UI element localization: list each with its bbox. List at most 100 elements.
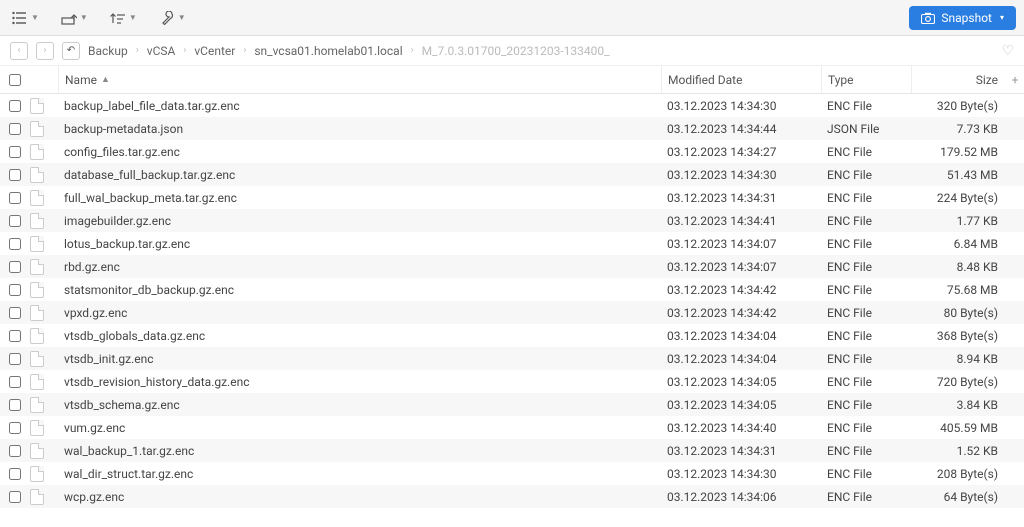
file-type: ENC File [827, 490, 872, 504]
row-checkbox[interactable] [9, 468, 21, 480]
file-icon [30, 489, 44, 505]
row-checkbox[interactable] [9, 445, 21, 457]
breadcrumb-current: M_7.0.3.01700_20231203-133400_ [422, 44, 610, 58]
file-icon [30, 420, 44, 436]
file-icon [30, 305, 44, 321]
chevron-down-icon: ▼ [80, 13, 88, 22]
nav-back-button[interactable]: ‹ [10, 42, 28, 60]
file-type: ENC File [827, 99, 872, 113]
camera-icon [921, 12, 935, 24]
file-size: 64 Byte(s) [944, 490, 998, 504]
file-modified: 03.12.2023 14:34:04 [667, 329, 777, 343]
view-menu-button[interactable]: ▼ [8, 7, 43, 29]
file-modified: 03.12.2023 14:34:42 [667, 306, 777, 320]
file-modified: 03.12.2023 14:34:31 [667, 191, 777, 205]
row-checkbox[interactable] [9, 169, 21, 181]
file-icon [30, 351, 44, 367]
row-checkbox[interactable] [9, 422, 21, 434]
file-size: 368 Byte(s) [937, 329, 998, 343]
file-icon [30, 259, 44, 275]
column-header-modified[interactable]: Modified Date [661, 66, 821, 93]
select-all-checkbox[interactable] [9, 74, 21, 86]
list-icon [12, 11, 28, 25]
table-row[interactable]: wal_dir_struct.tar.gz.enc03.12.2023 14:3… [0, 462, 1024, 485]
file-icon [30, 144, 44, 160]
file-size: 405.59 MB [940, 421, 998, 435]
tools-menu-button[interactable]: ▼ [155, 7, 190, 29]
table-row[interactable]: lotus_backup.tar.gz.enc03.12.2023 14:34:… [0, 232, 1024, 255]
file-name: imagebuilder.gz.enc [64, 214, 171, 228]
breadcrumb-seg[interactable]: vCSA [147, 44, 176, 58]
table-row[interactable]: vtsdb_init.gz.enc03.12.2023 14:34:04ENC … [0, 347, 1024, 370]
favorite-icon[interactable]: ♡ [1001, 43, 1014, 59]
row-checkbox[interactable] [9, 353, 21, 365]
table-row[interactable]: backup_label_file_data.tar.gz.enc03.12.2… [0, 94, 1024, 117]
table-row[interactable]: backup-metadata.json03.12.2023 14:34:44J… [0, 117, 1024, 140]
column-add-button[interactable]: + [1006, 73, 1024, 87]
row-checkbox[interactable] [9, 284, 21, 296]
table-row[interactable]: wcp.gz.enc03.12.2023 14:34:06ENC File64 … [0, 485, 1024, 508]
file-type: ENC File [827, 283, 872, 297]
column-header-size[interactable]: Size [911, 66, 1006, 93]
file-size: 720 Byte(s) [937, 375, 998, 389]
table-row[interactable]: rbd.gz.enc03.12.2023 14:34:07ENC File8.4… [0, 255, 1024, 278]
row-checkbox[interactable] [9, 307, 21, 319]
file-modified: 03.12.2023 14:34:07 [667, 260, 777, 274]
file-name: vpxd.gz.enc [64, 306, 127, 320]
column-header-type[interactable]: Type [821, 66, 911, 93]
file-modified: 03.12.2023 14:34:44 [667, 122, 777, 136]
row-checkbox[interactable] [9, 100, 21, 112]
file-name: lotus_backup.tar.gz.enc [64, 237, 190, 251]
row-checkbox[interactable] [9, 376, 21, 388]
file-name: database_full_backup.tar.gz.enc [64, 168, 235, 182]
file-name: vum.gz.enc [64, 421, 125, 435]
snapshot-button[interactable]: Snapshot ▾ [909, 6, 1016, 30]
file-type: ENC File [827, 375, 872, 389]
file-modified: 03.12.2023 14:34:40 [667, 421, 777, 435]
row-checkbox[interactable] [9, 238, 21, 250]
file-name: vtsdb_revision_history_data.gz.enc [64, 375, 250, 389]
row-checkbox[interactable] [9, 146, 21, 158]
file-size: 6.84 MB [954, 237, 998, 251]
table-row[interactable]: vtsdb_schema.gz.enc03.12.2023 14:34:05EN… [0, 393, 1024, 416]
table-row[interactable]: config_files.tar.gz.enc03.12.2023 14:34:… [0, 140, 1024, 163]
file-name: vtsdb_globals_data.gz.enc [64, 329, 205, 343]
snapshot-label: Snapshot [941, 11, 992, 25]
breadcrumb-seg[interactable]: sn_vcsa01.homelab01.local [254, 44, 402, 58]
upload-menu-button[interactable]: ▼ [57, 7, 92, 29]
file-icon [30, 167, 44, 183]
table-row[interactable]: wal_backup_1.tar.gz.enc03.12.2023 14:34:… [0, 439, 1024, 462]
file-type: ENC File [827, 191, 872, 205]
row-checkbox[interactable] [9, 261, 21, 273]
table-row[interactable]: statsmonitor_db_backup.gz.enc03.12.2023 … [0, 278, 1024, 301]
sort-menu-button[interactable]: ▼ [106, 7, 141, 29]
file-modified: 03.12.2023 14:34:42 [667, 283, 777, 297]
row-checkbox[interactable] [9, 215, 21, 227]
file-icon [30, 443, 44, 459]
table-row[interactable]: database_full_backup.tar.gz.enc03.12.202… [0, 163, 1024, 186]
wrench-icon [159, 11, 175, 25]
table-row[interactable]: full_wal_backup_meta.tar.gz.enc03.12.202… [0, 186, 1024, 209]
table-row[interactable]: vtsdb_revision_history_data.gz.enc03.12.… [0, 370, 1024, 393]
table-row[interactable]: imagebuilder.gz.enc03.12.2023 14:34:41EN… [0, 209, 1024, 232]
nav-forward-button[interactable]: › [36, 42, 54, 60]
file-modified: 03.12.2023 14:34:05 [667, 398, 777, 412]
file-icon [30, 190, 44, 206]
row-checkbox[interactable] [9, 192, 21, 204]
file-type: ENC File [827, 329, 872, 343]
file-icon [30, 98, 44, 114]
table-row[interactable]: vtsdb_globals_data.gz.enc 03.12.2023 14:3… [0, 324, 1024, 347]
column-header-type-label: Type [828, 73, 854, 87]
row-checkbox[interactable] [9, 399, 21, 411]
row-checkbox[interactable] [9, 123, 21, 135]
table-row[interactable]: vpxd.gz.enc03.12.2023 14:34:42ENC File80… [0, 301, 1024, 324]
file-type: ENC File [827, 168, 872, 182]
row-checkbox[interactable] [9, 491, 21, 503]
column-header-name[interactable]: Name ▲ [58, 66, 661, 93]
breadcrumb-seg[interactable]: Backup [88, 44, 128, 58]
breadcrumb-seg[interactable]: vCenter [194, 44, 235, 58]
nav-undo-button[interactable]: ↶ [62, 42, 80, 60]
file-modified: 03.12.2023 14:34:30 [667, 99, 777, 113]
table-row[interactable]: vum.gz.enc03.12.2023 14:34:40ENC File405… [0, 416, 1024, 439]
row-checkbox[interactable] [9, 330, 21, 342]
